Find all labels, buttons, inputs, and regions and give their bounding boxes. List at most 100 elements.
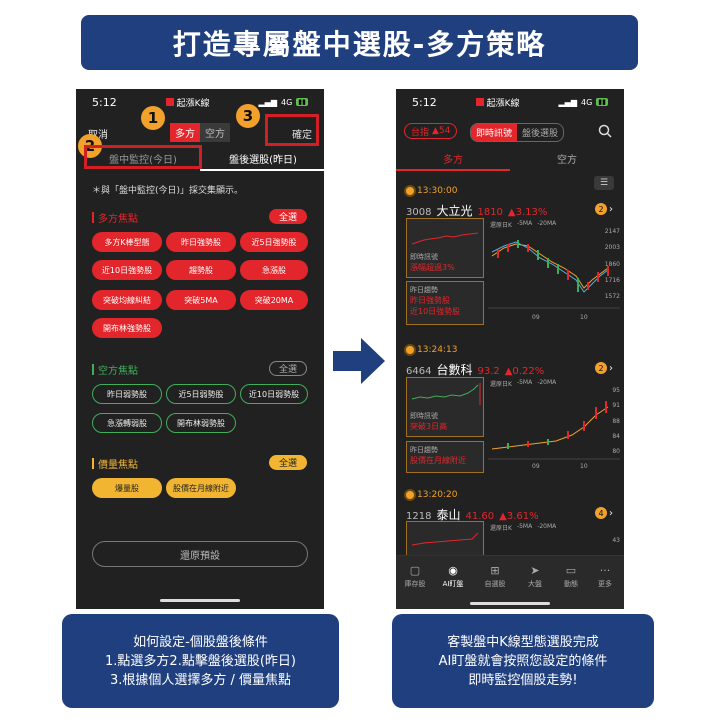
intraday-sparkline xyxy=(411,532,479,546)
tab-label: 大盤 xyxy=(528,580,542,588)
chip-long-3[interactable]: 近10日強勢股 xyxy=(92,260,162,280)
tab-realtime[interactable]: 即時訊號 xyxy=(471,124,518,141)
step-marker-3: 3 xyxy=(236,104,260,128)
y-tick: 91 xyxy=(612,402,620,410)
left-caption: 如何設定-個股盤後條件 1.點選多方2.點擊盤後選股(昨日) 3.根據個人選擇多… xyxy=(62,614,339,708)
chip-volume-1[interactable]: 股價在月線附近 xyxy=(166,478,236,498)
sub-tab-underline xyxy=(396,169,510,171)
stock-name: 大立光 xyxy=(436,204,473,218)
caption-line: AI盯盤就會按照您設定的條件 xyxy=(438,653,608,669)
stock-badge[interactable]: 4 › xyxy=(595,507,613,519)
tab-watchlist[interactable]: ⊞ 自選股 xyxy=(478,564,512,589)
stock-header[interactable]: 3008 大立光 1810 ▲3.13% xyxy=(406,202,547,219)
caption-line: 3.根據個人選擇多方 / 價量焦點 xyxy=(109,672,292,688)
trend-item: 股價在月線附近 xyxy=(410,456,466,465)
page-banner: 打造專屬盤中選股-多方策略 xyxy=(81,15,638,70)
reset-default-button[interactable]: 還原預設 xyxy=(92,541,308,567)
x-tick: 10 xyxy=(580,314,588,321)
stock-header[interactable]: 6464 台數科 93.2 ▲0.22% xyxy=(406,361,544,378)
y-tick: 95 xyxy=(612,387,620,394)
stock-time: 13:30:00 xyxy=(406,186,457,196)
chip-short-4[interactable]: 開布林弱勢股 xyxy=(166,413,236,433)
tab-label: 庫存股 xyxy=(404,580,426,588)
chip-short-1[interactable]: 近5日弱勢股 xyxy=(166,384,236,404)
seg-short[interactable]: 空方 xyxy=(200,123,230,142)
highlight-tab xyxy=(84,145,202,169)
battery-icon: ▮▮ xyxy=(596,98,608,106)
chip-long-4[interactable]: 趨勢股 xyxy=(166,260,236,280)
chip-short-3[interactable]: 急漲轉弱股 xyxy=(92,413,162,433)
short-focus-heading: 空方焦點 xyxy=(92,362,138,377)
status-bar: 5:12 起漲K線 ▂▄▆ 4G ▮▮ xyxy=(76,89,324,115)
stock-code: 6464 xyxy=(406,366,432,377)
chevron-right-icon: › xyxy=(609,507,613,519)
chip-long-7[interactable]: 突破5MA xyxy=(166,290,236,310)
chip-long-6[interactable]: 突破均線糾結 xyxy=(92,290,162,310)
kline-chart-1[interactable]: 還原日K -5MA -20MA 2147 2003 1860 1716 1572 09 10 xyxy=(488,218,620,325)
short-focus-title: 空方焦點 xyxy=(98,366,138,377)
filter-icon[interactable]: ☰ xyxy=(594,176,614,190)
x-tick: 09 xyxy=(532,314,540,321)
stock-badge[interactable]: 2 › xyxy=(595,362,613,374)
chip-long-1[interactable]: 昨日強勢股 xyxy=(166,232,236,252)
tab-after-hours[interactable]: 盤後選股(昨日) xyxy=(206,151,320,166)
plus-icon: ⊞ xyxy=(490,564,500,577)
realtime-signal-box: 即時訊號 漲幅超過3% xyxy=(406,218,484,278)
volume-select-all[interactable]: 全選 xyxy=(269,455,307,470)
bag-icon: ▢ xyxy=(409,564,421,577)
kline-plot xyxy=(488,401,620,460)
chip-long-5[interactable]: 急漲股 xyxy=(240,260,308,280)
chip-long-9[interactable]: 開布林強勢股 xyxy=(92,318,162,338)
rt-label: 即時訊號 xyxy=(410,412,438,420)
long-select-all[interactable]: 全選 xyxy=(269,209,307,224)
trend-box: 昨日趨勢 昨日強勢股 近10日強勢股 xyxy=(406,281,484,325)
tab-inventory[interactable]: ▢ 庫存股 xyxy=(400,564,430,589)
tab-news[interactable]: ▭ 動態 xyxy=(556,564,586,589)
chip-long-8[interactable]: 突破20MA xyxy=(240,290,308,310)
legend-kline: 還原日K xyxy=(490,525,512,532)
short-select-all[interactable]: 全選 xyxy=(269,361,307,376)
caption-line: 即時監控個股走勢! xyxy=(468,672,578,688)
index-pill[interactable]: 台指 ▲54 xyxy=(404,123,458,139)
app-logo-icon xyxy=(165,98,174,106)
tab-ai-watch[interactable]: ◉ AI盯盤 xyxy=(436,564,470,589)
search-icon[interactable] xyxy=(598,124,612,138)
badge-count: 2 xyxy=(595,362,607,374)
chat-icon: ▭ xyxy=(565,564,577,577)
right-caption: 客製盤中K線型態選股完成 AI盯盤就會按照您設定的條件 即時監控個股走勢! xyxy=(392,614,654,708)
tab-label: AI盯盤 xyxy=(442,580,464,588)
realtime-tabs: 即時訊號 盤後選股 xyxy=(470,123,565,142)
rt-signal: 漲幅超過3% xyxy=(410,263,455,272)
realtime-signal-box xyxy=(406,521,484,555)
kline-chart-2[interactable]: 還原日K -5MA -20MA 95 91 88 84 80 09 10 xyxy=(488,377,620,473)
sub-tab-long[interactable]: 多方 xyxy=(396,151,510,166)
stock-price: 93.2 xyxy=(477,366,500,377)
y-tick: 2003 xyxy=(604,244,620,252)
kline-chart-3[interactable]: 還原日K -5MA -20MA 43 xyxy=(488,521,620,555)
stock-badge[interactable]: 2 › xyxy=(595,203,613,215)
stock-time-text: 13:20:20 xyxy=(417,490,458,500)
tab-label: 更多 xyxy=(598,580,612,588)
tab-market[interactable]: ➤ 大盤 xyxy=(520,564,550,589)
tab-after[interactable]: 盤後選股 xyxy=(517,124,563,141)
tab-more[interactable]: ··· 更多 xyxy=(590,564,620,589)
stock-name: 台數科 xyxy=(436,363,473,377)
stock-change: ▲3.13% xyxy=(507,207,548,218)
seg-long[interactable]: 多方 xyxy=(170,123,200,142)
chip-long-2[interactable]: 近5日強勢股 xyxy=(240,232,308,252)
y-tick: 43 xyxy=(612,537,620,544)
chip-long-0[interactable]: 多方K棒型態 xyxy=(92,232,162,252)
chip-short-2[interactable]: 近10日弱勢股 xyxy=(240,384,308,404)
badge-count: 4 xyxy=(595,507,607,519)
step-marker-1: 1 xyxy=(141,106,165,130)
chip-volume-0[interactable]: 爆量股 xyxy=(92,478,162,498)
y-tick: 2147 xyxy=(604,228,620,235)
y-tick: 1716 xyxy=(604,276,620,284)
eye-icon: ◉ xyxy=(448,564,458,577)
chip-short-0[interactable]: 昨日弱勢股 xyxy=(92,384,162,404)
y-tick: 84 xyxy=(612,432,620,440)
y-tick: 1860 xyxy=(604,260,620,268)
home-indicator xyxy=(160,599,240,602)
trend-box: 昨日趨勢 股價在月線附近 xyxy=(406,441,484,473)
sub-tab-short[interactable]: 空方 xyxy=(510,151,624,166)
